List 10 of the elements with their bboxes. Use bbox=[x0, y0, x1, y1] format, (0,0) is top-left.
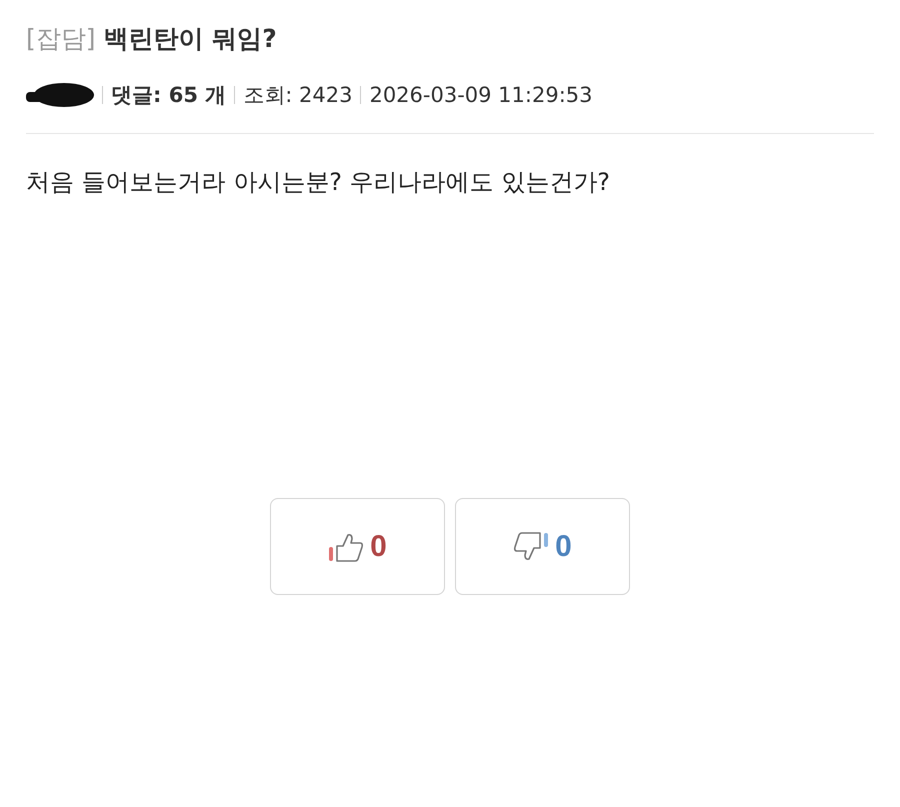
view-count: 조회: 2423 bbox=[243, 82, 352, 109]
redaction-mark bbox=[26, 82, 94, 108]
downvote-button[interactable]: 0 bbox=[455, 498, 630, 595]
post-category: [잡담] bbox=[26, 23, 96, 55]
comment-count: 댓글: 65 개 bbox=[111, 82, 226, 109]
thumbs-down-icon bbox=[513, 530, 550, 562]
post-body: 처음 들어보는거라 아시는분? 우리나라에도 있는건가? bbox=[26, 167, 611, 198]
upvote-button[interactable]: 0 bbox=[270, 498, 445, 595]
post-title: 백린탄이 뭐임? bbox=[104, 23, 277, 55]
post-date: 2026-03-09 11:29:53 bbox=[369, 83, 592, 107]
